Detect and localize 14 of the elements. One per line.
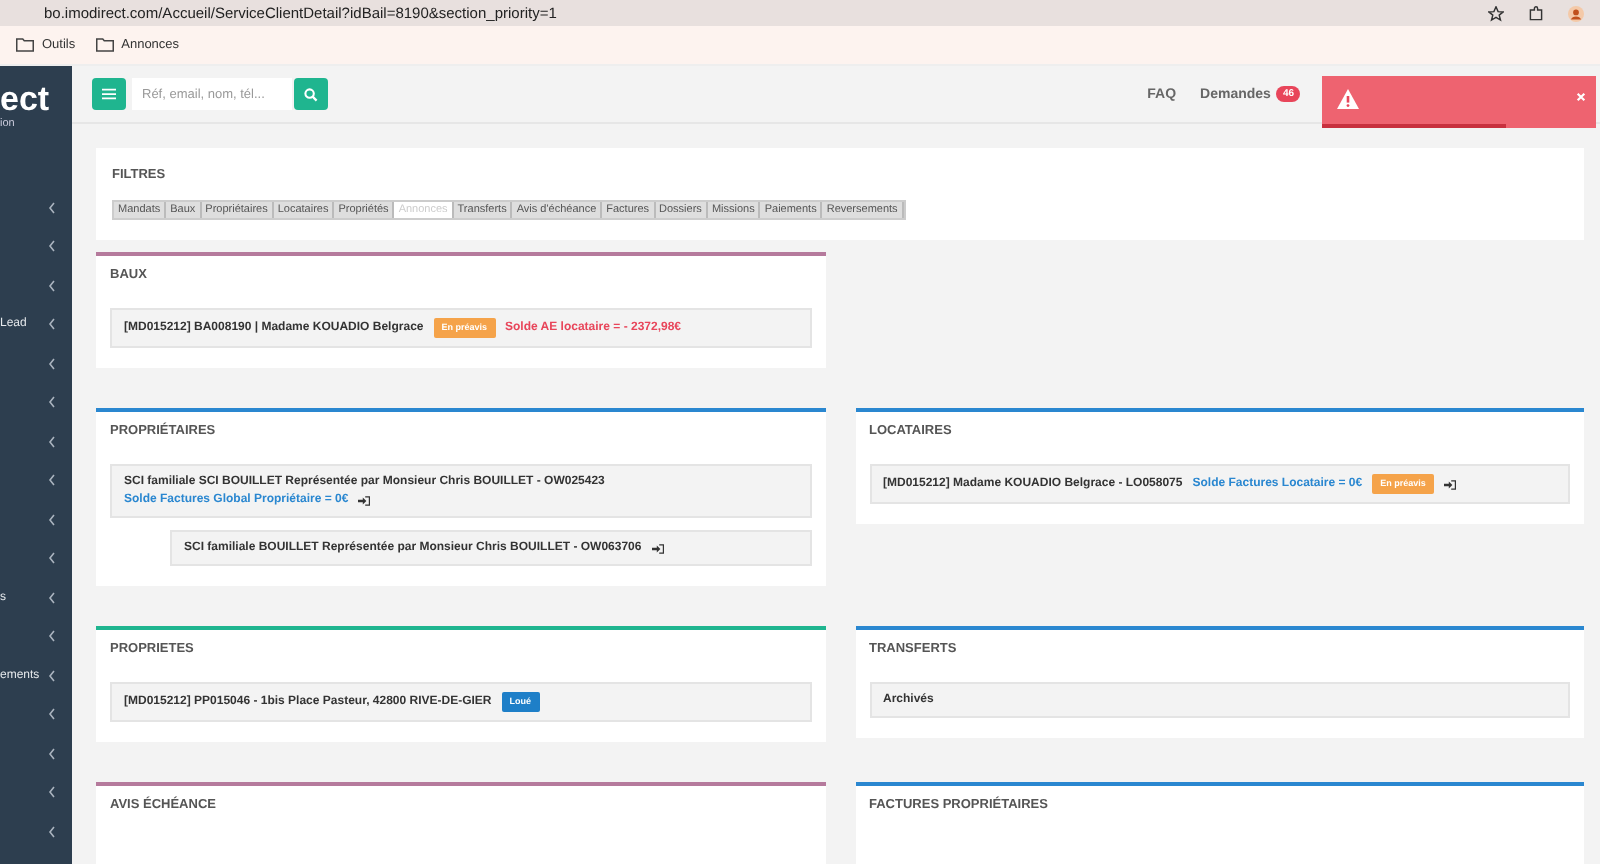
sign-in-icon[interactable]: [651, 543, 664, 553]
sign-in-icon[interactable]: [1443, 479, 1456, 489]
folder-icon: [95, 38, 114, 52]
search-icon: [304, 87, 318, 101]
search-button[interactable]: [294, 78, 328, 110]
menu-button[interactable]: [92, 78, 126, 110]
menu-icon: [102, 88, 116, 100]
warning-icon: [1336, 88, 1360, 110]
folder-icon: [16, 38, 34, 52]
star-icon[interactable]: [1488, 5, 1504, 21]
close-icon[interactable]: [1576, 92, 1586, 102]
sign-in-icon[interactable]: [358, 495, 371, 505]
profile-icon[interactable]: [1568, 5, 1584, 21]
logo-text: ect: [0, 82, 52, 118]
